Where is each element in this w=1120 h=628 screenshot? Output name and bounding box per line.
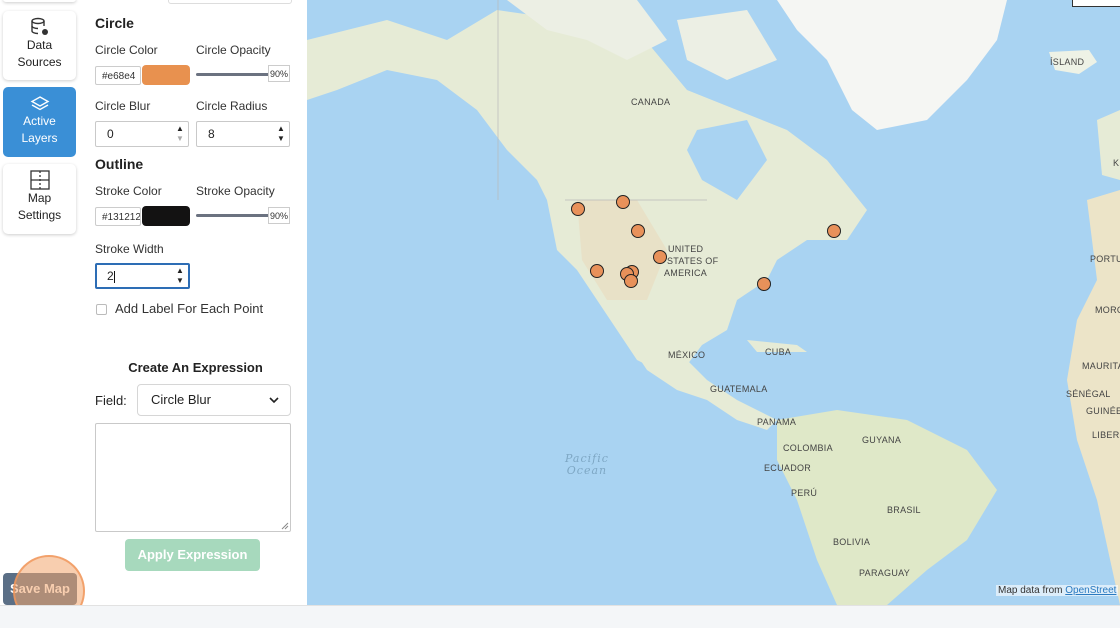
map-label-panama: PANAMA [757,417,797,427]
basemap [307,0,1120,605]
map-point[interactable] [757,277,771,291]
map-label-guatemala: GUATEMALA [710,384,768,394]
circle-opacity-value: 90% [268,65,290,82]
nav-map-settings[interactable]: Map Settings [3,164,76,234]
outline-section-title: Outline [95,156,144,172]
circle-radius-value: 8 [208,127,215,141]
stepper-icon[interactable]: ▲ ▼ [174,266,186,286]
nav-label-line1: Map [27,191,52,205]
nav-label-line2: Layers [21,131,58,145]
map-label-island: ÍSLAND [1050,57,1085,67]
map-label-colombia: COLOMBIA [783,443,833,453]
map-label-canada: CANADA [631,97,671,107]
map-label-liberi: LIBERI [1092,430,1120,440]
map-label-ecuador: ECUADOR [764,463,812,473]
map-label-mexico: MÉXICO [668,350,706,360]
database-gear-icon [30,17,48,35]
circle-radius-input[interactable]: 8 ▲ ▼ [196,121,290,147]
apply-expression-button[interactable]: Apply Expression [125,539,260,571]
europe-shape [1097,110,1120,180]
nav-label-line1: Data [26,38,53,52]
circle-opacity-slider[interactable] [196,73,270,76]
map-label-senegal: SÉNÉGAL [1066,389,1111,399]
map-point[interactable] [631,224,645,238]
stroke-color-swatch[interactable] [142,206,190,226]
circle-blur-input[interactable]: 0 ▲ ▼ [95,121,189,147]
map-attribution: Map data from OpenStreet [996,585,1119,596]
map-label-brasil: BRASIL [887,505,921,515]
map-point[interactable] [827,224,841,238]
map-label-paraguay: PARAGUAY [859,568,911,578]
map-point[interactable] [571,202,585,216]
map-label-usa-2: STATES OF [667,256,719,266]
layers-icon [30,96,49,111]
stroke-opacity-value: 90% [268,207,290,224]
nav-data-sources[interactable]: Data Sources [3,11,76,80]
stroke-color-hex-input[interactable]: #131212 [95,207,141,226]
map-label-portu: PORTU [1090,254,1120,264]
map-label-pacific: Pacific Ocean [565,453,609,477]
circle-blur-label: Circle Blur [95,99,151,113]
circle-color-hex-input[interactable]: #e68e4 [95,66,141,85]
stroke-width-input[interactable]: 2 ▲ ▼ [95,263,190,289]
field-label: Field: [95,393,127,408]
layer-style-panel: Circle Circle Color Circle Opacity #e68e… [84,0,307,605]
map-label-usa-1: UNITED [668,244,704,254]
nav-label-line1: Active [23,114,56,128]
stepper-icon[interactable]: ▲ ▼ [275,124,287,144]
circle-color-swatch[interactable] [142,65,190,85]
label-checkbox[interactable] [96,304,107,315]
circle-opacity-label: Circle Opacity [196,43,271,57]
circle-blur-value: 0 [107,127,114,141]
map-label-guinee: GUINÉE [1086,406,1120,416]
circle-section-title: Circle [95,15,134,31]
expression-textarea[interactable] [95,423,291,532]
text-cursor [113,270,115,283]
map-view[interactable]: CANADA UNITED STATES OF AMERICA MÉXICO C… [307,0,1120,605]
stepper-icon[interactable]: ▲ ▼ [174,124,186,144]
field-select-value: Circle Blur [151,392,211,407]
map-label-guyana: GUYANA [862,435,902,445]
resize-handle-icon[interactable] [281,522,289,530]
expression-title: Create An Expression [128,360,263,375]
map-label-maurita: MAURITA [1082,361,1120,371]
label-checkbox-text: Add Label For Each Point [115,301,264,316]
map-label-peru: PERÚ [791,488,818,498]
stroke-opacity-slider[interactable] [196,214,270,217]
stroke-color-label: Stroke Color [95,184,162,198]
baffin-shape [677,10,777,80]
map-label-usa-3: AMERICA [664,268,708,278]
nav-label-line2: Settings [17,208,62,222]
north-america-shape [307,10,867,370]
circle-radius-label: Circle Radius [196,99,268,113]
stroke-width-value: 2 [107,269,114,283]
map-point[interactable] [624,274,638,288]
greenland-shape [777,0,1007,130]
stroke-width-label: Stroke Width [95,242,164,256]
circle-color-label: Circle Color [95,43,158,57]
stroke-opacity-label: Stroke Opacity [196,184,275,198]
nav-active-layers[interactable]: Active Layers [3,87,76,157]
bottom-bar [0,605,1120,628]
map-label-k: K [1113,158,1120,168]
top-input-edge [168,0,292,4]
ocean-line-2: Ocean [566,464,608,477]
grid-settings-icon [29,170,50,190]
attribution-text: Map data from [998,585,1063,596]
openstreetmap-link[interactable]: OpenStreet [1065,585,1116,596]
nav-top-edge [3,0,76,2]
map-point[interactable] [616,195,630,209]
map-label-bolivia: BOLIVIA [833,537,871,547]
map-control-edge[interactable] [1072,0,1120,7]
map-label-moro: MORO [1095,305,1120,315]
nav-label-line2: Sources [17,55,62,69]
field-select[interactable]: Circle Blur [137,384,291,416]
chevron-down-icon [269,397,279,404]
map-point[interactable] [653,250,667,264]
map-label-cuba: CUBA [765,347,792,357]
map-point[interactable] [590,264,604,278]
